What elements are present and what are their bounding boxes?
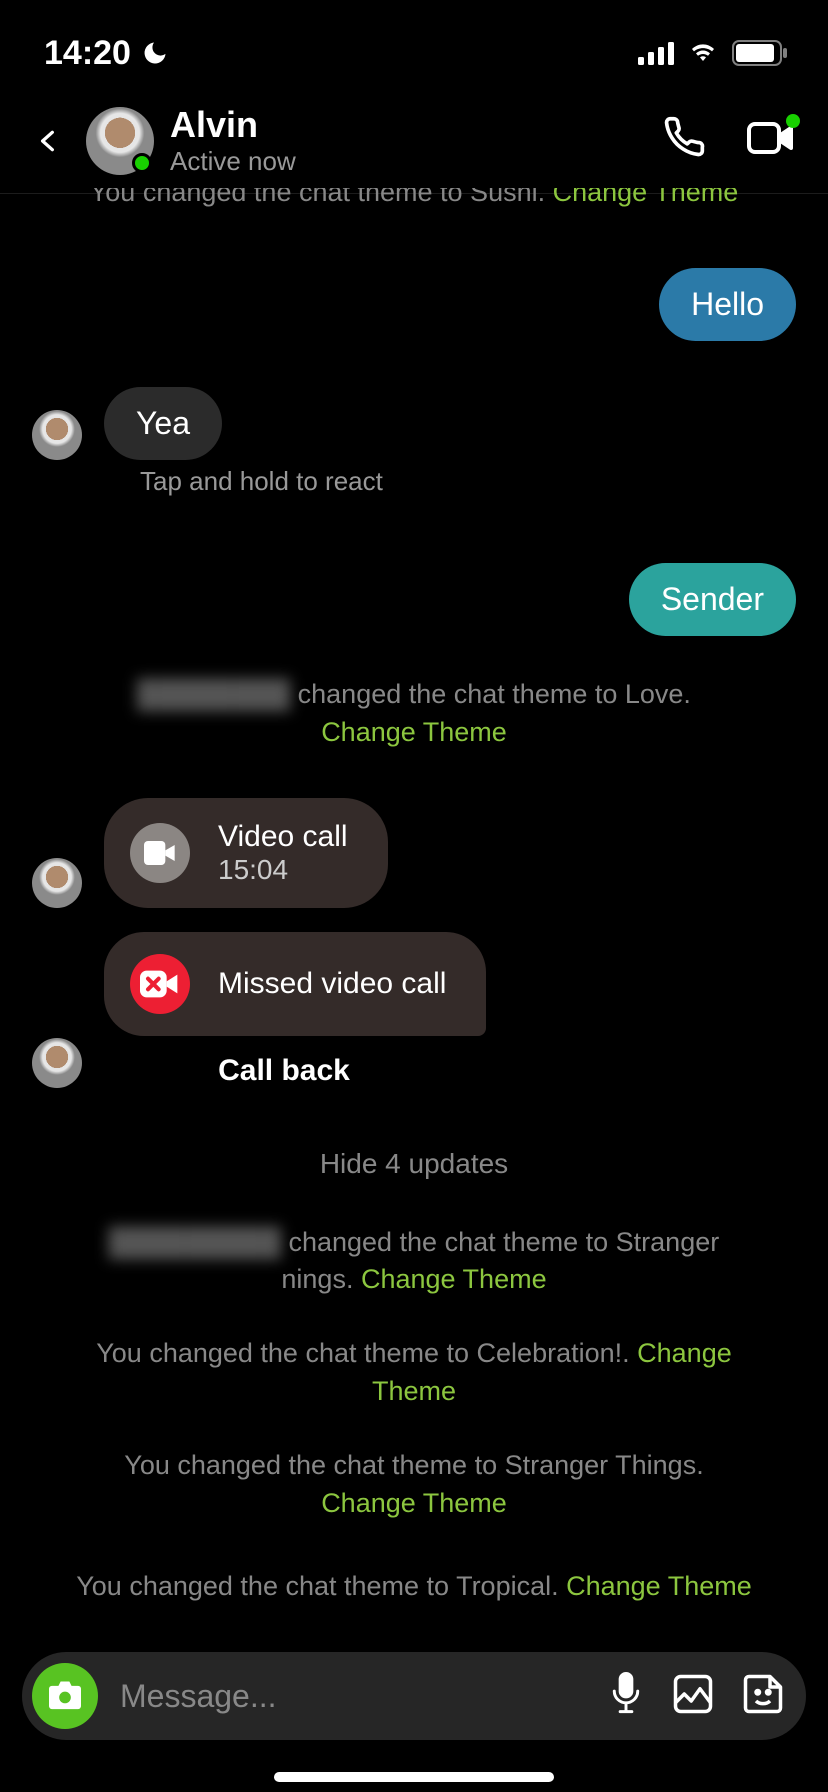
message-input[interactable] [120, 1678, 586, 1715]
call-title: Video call [218, 820, 348, 854]
system-message: █████████ changed the chat theme to Stra… [32, 1224, 796, 1300]
chat-title-block[interactable]: Alvin Active now [170, 104, 646, 177]
redacted-name: ████████ [137, 676, 290, 714]
missed-call-title: Missed video call [218, 967, 446, 1001]
moon-icon [141, 39, 169, 67]
microphone-icon [608, 1672, 644, 1716]
chat-header: Alvin Active now [0, 88, 828, 194]
change-theme-link[interactable]: Change Theme [553, 188, 739, 207]
change-theme-link[interactable]: Change Theme [566, 1571, 752, 1601]
system-message: ████████ changed the chat theme to Love.… [32, 676, 796, 752]
received-message-row: Yea [32, 387, 796, 460]
system-text: You changed the chat theme to Celebratio… [96, 1338, 637, 1368]
voice-button[interactable] [608, 1672, 644, 1721]
online-dot-icon [132, 153, 152, 173]
sticker-icon [742, 1673, 784, 1715]
system-text: You changed the chat theme to Sushi. [90, 188, 553, 207]
change-theme-link[interactable]: Change Theme [361, 1264, 547, 1294]
chevron-left-icon [35, 119, 61, 163]
video-call-icon [130, 823, 190, 883]
missed-call-row: Missed video call [32, 932, 796, 1036]
message-composer [22, 1652, 806, 1740]
sender-avatar[interactable] [32, 410, 82, 460]
sent-message-row: Sender [32, 563, 796, 636]
battery-icon [732, 40, 788, 66]
system-message: You changed the chat theme to Tropical. … [32, 1558, 796, 1616]
video-call-card[interactable]: Video call 15:04 [104, 798, 388, 908]
wifi-icon [686, 41, 720, 65]
system-message: You changed the chat theme to Celebratio… [32, 1335, 796, 1411]
system-message: You changed the chat theme to Sushi. Cha… [32, 188, 796, 222]
reaction-hint: Tap and hold to react [140, 466, 796, 497]
status-indicators [638, 40, 788, 66]
message-bubble[interactable]: Yea [104, 387, 222, 460]
cellular-icon [638, 41, 674, 65]
clock-text: 14:20 [44, 34, 131, 73]
system-text: You changed the chat theme to Stranger T… [124, 1450, 703, 1480]
camera-icon [47, 1680, 83, 1712]
image-icon [672, 1673, 714, 1715]
missed-call-card[interactable]: Missed video call [104, 932, 486, 1036]
chat-status: Active now [170, 146, 646, 177]
home-indicator[interactable] [274, 1772, 554, 1782]
sender-avatar[interactable] [32, 858, 82, 908]
sender-avatar[interactable] [32, 1038, 82, 1088]
sent-message-row: Hello [32, 268, 796, 341]
chat-avatar[interactable] [86, 107, 154, 175]
gallery-button[interactable] [672, 1673, 714, 1720]
change-theme-link[interactable]: Change Theme [321, 717, 507, 747]
camera-button[interactable] [32, 1663, 98, 1729]
call-duration: 15:04 [218, 854, 348, 886]
status-time: 14:20 [44, 34, 169, 73]
chat-name: Alvin [170, 104, 646, 146]
sticker-button[interactable] [742, 1673, 784, 1720]
system-text: changed the chat theme to Love. [298, 679, 691, 709]
message-bubble[interactable]: Sender [629, 563, 796, 636]
missed-call-icon [130, 954, 190, 1014]
call-back-button[interactable]: Call back [104, 1054, 464, 1088]
phone-icon [662, 116, 706, 160]
online-dot-icon [786, 114, 800, 128]
back-button[interactable] [26, 119, 70, 163]
redacted-name: █████████ [109, 1224, 281, 1262]
video-call-button[interactable] [746, 118, 796, 163]
system-message: You changed the chat theme to Stranger T… [32, 1447, 796, 1523]
message-bubble[interactable]: Hello [659, 268, 796, 341]
status-bar: 14:20 [0, 0, 828, 88]
hide-updates-button[interactable]: Hide 4 updates [32, 1148, 796, 1180]
audio-call-button[interactable] [662, 116, 706, 165]
call-row: Video call 15:04 [32, 798, 796, 908]
chat-scroll[interactable]: You changed the chat theme to Sushi. Cha… [0, 188, 828, 1696]
change-theme-link[interactable]: Change Theme [321, 1488, 507, 1518]
system-text: You changed the chat theme to Tropical. [76, 1571, 566, 1601]
call-back-row: Call back [32, 1028, 796, 1088]
